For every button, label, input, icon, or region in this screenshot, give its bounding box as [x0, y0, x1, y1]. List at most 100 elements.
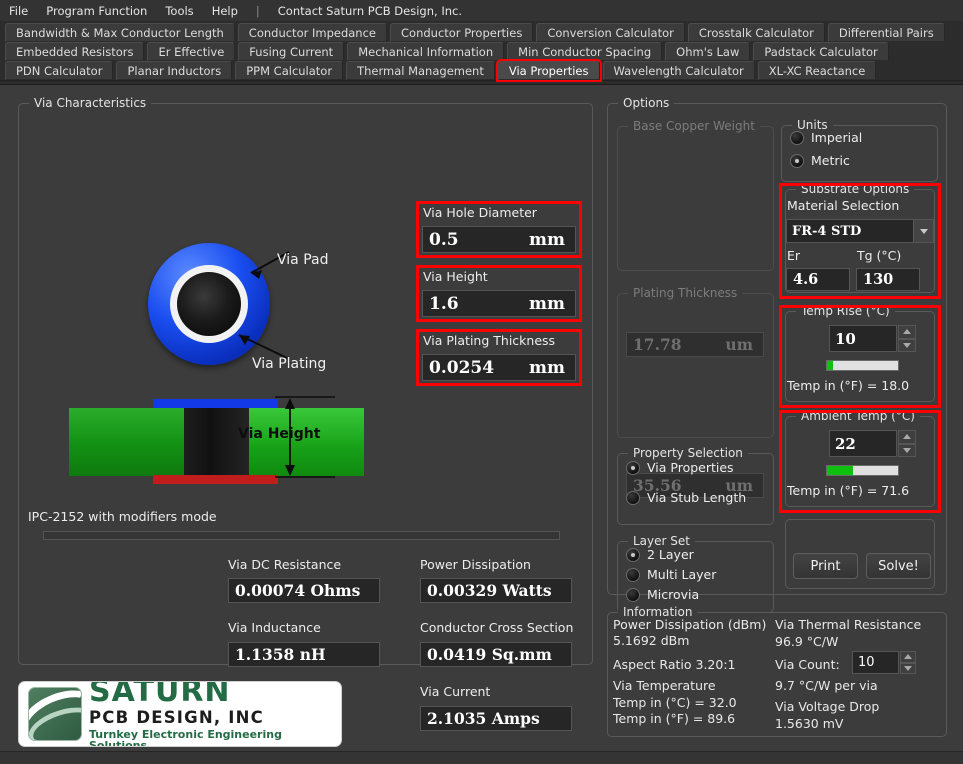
- er-field[interactable]: 4.6: [786, 268, 850, 291]
- radio-multi-layer[interactable]: Multi Layer: [626, 567, 716, 582]
- ambient-temp-progress-bar: [826, 465, 899, 476]
- tab-padstack-calculator[interactable]: Padstack Calculator: [753, 42, 889, 61]
- tab-planar-inductors[interactable]: Planar Inductors: [116, 61, 233, 80]
- temp-rise-spinner[interactable]: 10: [829, 325, 916, 352]
- tab-wavelength-calculator[interactable]: Wavelength Calculator: [602, 61, 755, 80]
- status-bar: [0, 751, 963, 764]
- conductor-cross-section-field: 0.0419 Sq.mm: [420, 642, 572, 667]
- logo-wordmark: SATURN PCB DESIGN, INC Turnkey Electroni…: [89, 682, 341, 746]
- layer-set-legend: Layer Set: [628, 534, 695, 548]
- radio-units-imperial-label: Imperial: [811, 130, 863, 145]
- property-selection-legend: Property Selection: [628, 446, 748, 460]
- tab-differential-pairs[interactable]: Differential Pairs: [827, 23, 945, 42]
- via-dc-resistance-field: 0.00074 Ohms: [228, 578, 380, 603]
- spinner-up-icon[interactable]: [900, 651, 916, 663]
- menu-item-file[interactable]: File: [9, 4, 28, 18]
- material-selection-combo[interactable]: FR-4 STD: [786, 219, 934, 243]
- tab-er-effective[interactable]: Er Effective: [147, 42, 236, 61]
- tab-row-3: PDN Calculator Planar Inductors PPM Calc…: [0, 59, 963, 82]
- tab-xl-xc-reactance[interactable]: XL-XC Reactance: [757, 61, 877, 80]
- radio-dot-icon: [626, 567, 640, 582]
- tab-thermal-management[interactable]: Thermal Management: [346, 61, 495, 80]
- ambient-temp-fahrenheit: Temp in (°F) = 71.6: [787, 483, 910, 498]
- via-current-label: Via Current: [420, 684, 491, 699]
- radio-microvia-label: Microvia: [647, 587, 700, 602]
- material-selection-label: Material Selection: [787, 198, 900, 213]
- via-current-field: 2.1035 Amps: [420, 706, 572, 731]
- spinner-down-icon[interactable]: [898, 338, 916, 352]
- mode-trackbar[interactable]: [43, 531, 560, 540]
- via-hole-diameter-unit: mm: [529, 229, 565, 250]
- spinner-down-icon[interactable]: [898, 443, 916, 457]
- tg-label: Tg (°C): [857, 248, 902, 263]
- info-power-dissipation-value: 5.1692 dBm: [613, 633, 690, 648]
- menu-item-contact[interactable]: Contact Saturn PCB Design, Inc.: [278, 4, 462, 18]
- spinner-up-icon[interactable]: [898, 325, 916, 339]
- via-inductance-field: 1.1358 nH: [228, 642, 380, 667]
- tab-conversion-calculator[interactable]: Conversion Calculator: [536, 23, 685, 42]
- chevron-down-icon[interactable]: [913, 220, 933, 242]
- tab-crosstalk-calculator[interactable]: Crosstalk Calculator: [687, 23, 825, 42]
- tab-min-conductor-spacing[interactable]: Min Conductor Spacing: [507, 42, 663, 61]
- tab-fusing-current[interactable]: Fusing Current: [238, 42, 345, 61]
- via-plating-callout-label: Via Plating: [252, 356, 327, 372]
- via-height-field[interactable]: 1.6 mm: [422, 290, 576, 317]
- tab-pdn-calculator[interactable]: PDN Calculator: [5, 61, 114, 80]
- saturn-pcb-logo: SATURN PCB DESIGN, INC Turnkey Electroni…: [18, 681, 342, 747]
- power-dissipation-label: Power Dissipation: [420, 557, 531, 572]
- radio-microvia[interactable]: Microvia: [626, 587, 699, 602]
- radio-via-stub-length[interactable]: Via Stub Length: [626, 490, 746, 505]
- radio-dot-icon: [790, 130, 804, 145]
- info-voltage-drop-label: Via Voltage Drop: [775, 699, 880, 714]
- options-legend: Options: [618, 96, 675, 110]
- via-hole-diameter-value: 0.5: [429, 229, 459, 250]
- er-label: Er: [787, 248, 801, 263]
- tab-ppm-calculator[interactable]: PPM Calculator: [235, 61, 344, 80]
- via-plating-thickness-field[interactable]: 0.0254 mm: [422, 354, 576, 381]
- menu-bar: File Program Function Tools Help | Conta…: [0, 0, 963, 22]
- info-per-via: 9.7 °C/W per via: [775, 678, 878, 693]
- solve-button[interactable]: Solve!: [866, 553, 931, 579]
- tab-embedded-resistors[interactable]: Embedded Resistors: [5, 42, 145, 61]
- menu-item-program-function[interactable]: Program Function: [46, 4, 147, 18]
- info-via-temp-celsius: Temp in (°C) = 32.0: [613, 695, 737, 710]
- radio-2-layer-label: 2 Layer: [647, 547, 694, 562]
- radio-multi-layer-label: Multi Layer: [647, 567, 717, 582]
- tg-field[interactable]: 130: [856, 268, 920, 291]
- via-count-value: 10: [858, 655, 875, 670]
- via-current-value: 2.1035 Amps: [427, 709, 540, 728]
- tab-conductor-impedance[interactable]: Conductor Impedance: [237, 23, 387, 42]
- tab-via-properties[interactable]: Via Properties: [495, 59, 602, 82]
- conductor-cross-section-label: Conductor Cross Section: [420, 620, 574, 635]
- via-pad-callout-label: Via Pad: [277, 252, 329, 268]
- via-inductance-value: 1.1358 nH: [235, 645, 326, 664]
- mode-text: IPC-2152 with modifiers mode: [28, 509, 217, 524]
- via-hole-diameter-field[interactable]: 0.5 mm: [422, 226, 576, 253]
- logo-line-2: PCB DESIGN, INC: [89, 707, 264, 727]
- radio-units-metric[interactable]: Metric: [790, 153, 850, 168]
- via-barrel: [184, 408, 249, 476]
- power-dissipation-value: 0.00329 Watts: [427, 581, 552, 600]
- menu-separator: |: [255, 3, 260, 18]
- ambient-temp-spinner[interactable]: 22: [829, 430, 916, 457]
- via-plating-thickness-unit: mm: [529, 357, 565, 378]
- via-count-spinner[interactable]: 10: [852, 651, 916, 674]
- tab-bandwidth-max-conductor-length[interactable]: Bandwidth & Max Conductor Length: [5, 23, 235, 42]
- base-copper-weight-group: Base Copper Weight: [617, 119, 774, 271]
- menu-item-tools[interactable]: Tools: [165, 4, 193, 18]
- print-button[interactable]: Print: [793, 553, 858, 579]
- tab-ohms-law[interactable]: Ohm's Law: [665, 42, 751, 61]
- spinner-up-icon[interactable]: [898, 430, 916, 444]
- radio-units-imperial[interactable]: Imperial: [790, 130, 862, 145]
- er-value: 4.6: [793, 271, 819, 288]
- temp-rise-progress-bar: [826, 360, 899, 371]
- tab-mechanical-information[interactable]: Mechanical Information: [347, 42, 505, 61]
- spinner-down-icon[interactable]: [900, 662, 916, 674]
- temp-rise-legend: Temp Rise (°C): [796, 304, 895, 318]
- radio-2-layer[interactable]: 2 Layer: [626, 547, 694, 562]
- tab-conductor-properties[interactable]: Conductor Properties: [390, 23, 534, 42]
- menu-item-help[interactable]: Help: [212, 4, 238, 18]
- radio-via-properties[interactable]: Via Properties: [626, 460, 734, 475]
- via-plating-thickness-label: Via Plating Thickness: [423, 333, 556, 348]
- info-power-dissipation-label: Power Dissipation (dBm): [613, 617, 767, 632]
